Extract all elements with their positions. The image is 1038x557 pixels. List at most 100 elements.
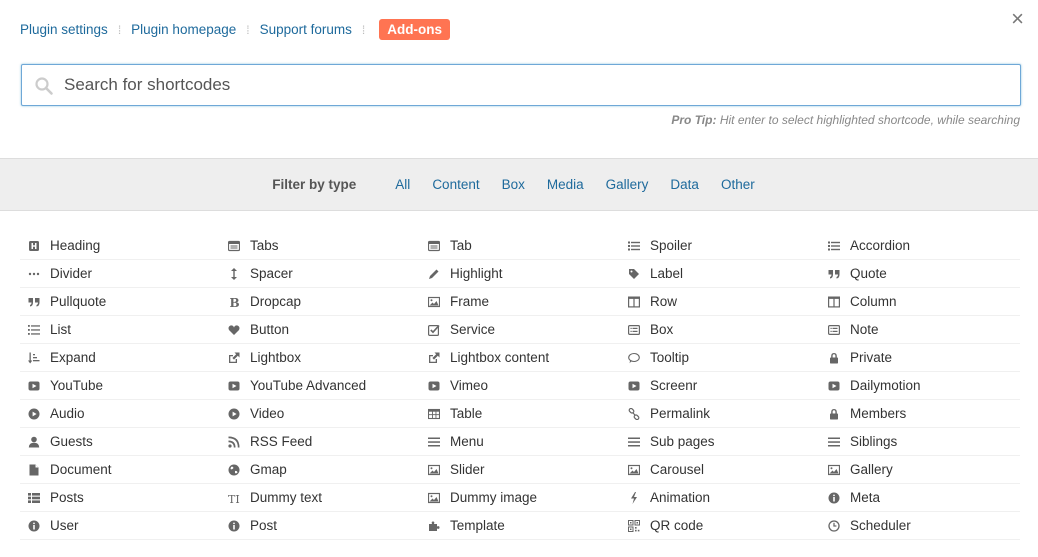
shortcode-item[interactable]: Template — [420, 512, 620, 540]
shortcode-item[interactable]: User — [20, 512, 220, 540]
shortcode-item[interactable]: Audio — [20, 400, 220, 428]
link-icon — [626, 406, 642, 422]
shortcode-item[interactable]: Screenr — [620, 372, 820, 400]
support-forums-link[interactable]: Support forums — [260, 22, 352, 37]
add-ons-button[interactable]: Add-ons — [379, 19, 450, 40]
plugin-homepage-link[interactable]: Plugin homepage — [131, 22, 236, 37]
check-square-icon — [426, 322, 442, 338]
close-icon[interactable]: × — [1011, 8, 1024, 30]
filter-data[interactable]: Data — [670, 177, 699, 192]
shortcode-item[interactable]: RSS Feed — [220, 428, 420, 456]
filter-content[interactable]: Content — [432, 177, 479, 192]
shortcode-item[interactable]: Members — [820, 400, 1020, 428]
shortcode-item[interactable]: Spoiler — [620, 232, 820, 260]
filter-all[interactable]: All — [395, 177, 410, 192]
shortcode-label: Note — [850, 322, 879, 337]
shortcode-item[interactable]: Tabs — [220, 232, 420, 260]
shortcode-item[interactable]: Siblings — [820, 428, 1020, 456]
shortcode-item[interactable]: Scheduler — [820, 512, 1020, 540]
shortcode-item[interactable]: Tab — [420, 232, 620, 260]
shortcode-item[interactable]: Button — [220, 316, 420, 344]
filter-box[interactable]: Box — [502, 177, 525, 192]
image-icon — [426, 490, 442, 506]
shortcode-item[interactable]: Document — [20, 456, 220, 484]
shortcode-item[interactable]: Box — [620, 316, 820, 344]
play-square-icon — [226, 378, 242, 394]
filter-label: Filter by type — [272, 177, 357, 192]
shortcode-item[interactable]: Quote — [820, 260, 1020, 288]
shortcode-item[interactable]: Divider — [20, 260, 220, 288]
qrcode-icon — [626, 518, 642, 534]
tab-icon — [426, 238, 442, 254]
shortcode-item[interactable]: List — [20, 316, 220, 344]
shortcode-item[interactable]: Note — [820, 316, 1020, 344]
shortcode-label: Tooltip — [650, 350, 690, 365]
shortcode-item[interactable]: Meta — [820, 484, 1020, 512]
shortcode-item[interactable]: Lightbox content — [420, 344, 620, 372]
filter-media[interactable]: Media — [547, 177, 584, 192]
shortcode-item[interactable]: Dailymotion — [820, 372, 1020, 400]
filter-gallery[interactable]: Gallery — [606, 177, 649, 192]
search-icon — [35, 77, 53, 95]
ellipsis-icon — [26, 266, 42, 282]
shortcode-item[interactable]: Tooltip — [620, 344, 820, 372]
shortcode-item[interactable]: Carousel — [620, 456, 820, 484]
shortcode-item[interactable]: Highlight — [420, 260, 620, 288]
shortcode-item[interactable]: Service — [420, 316, 620, 344]
shortcode-item[interactable]: Private — [820, 344, 1020, 372]
shortcode-item[interactable]: Posts — [20, 484, 220, 512]
shortcode-item[interactable]: Sub pages — [620, 428, 820, 456]
filter-other[interactable]: Other — [721, 177, 755, 192]
bars-icon — [626, 434, 642, 450]
image-icon — [426, 462, 442, 478]
shortcode-item[interactable]: Label — [620, 260, 820, 288]
info-circle-icon — [826, 490, 842, 506]
shortcode-item[interactable]: Dummy image — [420, 484, 620, 512]
shortcode-item[interactable]: Vimeo — [420, 372, 620, 400]
shortcode-item[interactable]: Slider — [420, 456, 620, 484]
globe-icon — [226, 462, 242, 478]
arrows-v-icon — [226, 266, 242, 282]
shortcode-item[interactable]: YouTube — [20, 372, 220, 400]
shortcode-label: Document — [50, 462, 112, 477]
shortcode-item[interactable]: TI Dummy text — [220, 484, 420, 512]
quote-icon — [26, 294, 42, 310]
shortcode-item[interactable]: Heading — [20, 232, 220, 260]
shortcode-item[interactable]: Spacer — [220, 260, 420, 288]
shortcode-item[interactable]: Permalink — [620, 400, 820, 428]
shortcode-label: Slider — [450, 462, 485, 477]
shortcode-label: Gallery — [850, 462, 893, 477]
shortcode-item[interactable]: Gmap — [220, 456, 420, 484]
shortcode-label: Scheduler — [850, 518, 911, 533]
shortcode-item[interactable]: Lightbox — [220, 344, 420, 372]
shortcode-item[interactable]: Accordion — [820, 232, 1020, 260]
shortcode-item[interactable]: Post — [220, 512, 420, 540]
shortcode-item[interactable]: YouTube Advanced — [220, 372, 420, 400]
shortcode-item[interactable]: Expand — [20, 344, 220, 372]
shortcode-label: Menu — [450, 434, 484, 449]
shortcode-item[interactable]: Guests — [20, 428, 220, 456]
pencil-icon — [426, 266, 442, 282]
shortcode-item[interactable]: Column — [820, 288, 1020, 316]
shortcode-item[interactable]: Table — [420, 400, 620, 428]
shortcode-item[interactable]: Pullquote — [20, 288, 220, 316]
shortcode-item[interactable]: B Dropcap — [220, 288, 420, 316]
bold-icon: B — [226, 294, 242, 310]
top-bar: Plugin settings ⁞ Plugin homepage ⁞ Supp… — [0, 0, 1038, 60]
shortcode-item[interactable]: Row — [620, 288, 820, 316]
shortcode-label: Pullquote — [50, 294, 107, 309]
shortcode-item[interactable]: Menu — [420, 428, 620, 456]
play-square-icon — [26, 378, 42, 394]
link-separator: ⁞ — [117, 22, 122, 37]
shortcode-item[interactable]: Frame — [420, 288, 620, 316]
table-icon — [426, 406, 442, 422]
shortcode-item[interactable]: Animation — [620, 484, 820, 512]
list-alt-icon — [626, 322, 642, 338]
shortcode-item[interactable]: QR code — [620, 512, 820, 540]
list-icon — [826, 238, 842, 254]
search-input[interactable] — [64, 65, 1004, 105]
shortcode-label: Post — [250, 518, 278, 533]
shortcode-item[interactable]: Video — [220, 400, 420, 428]
shortcode-item[interactable]: Gallery — [820, 456, 1020, 484]
plugin-settings-link[interactable]: Plugin settings — [20, 22, 108, 37]
